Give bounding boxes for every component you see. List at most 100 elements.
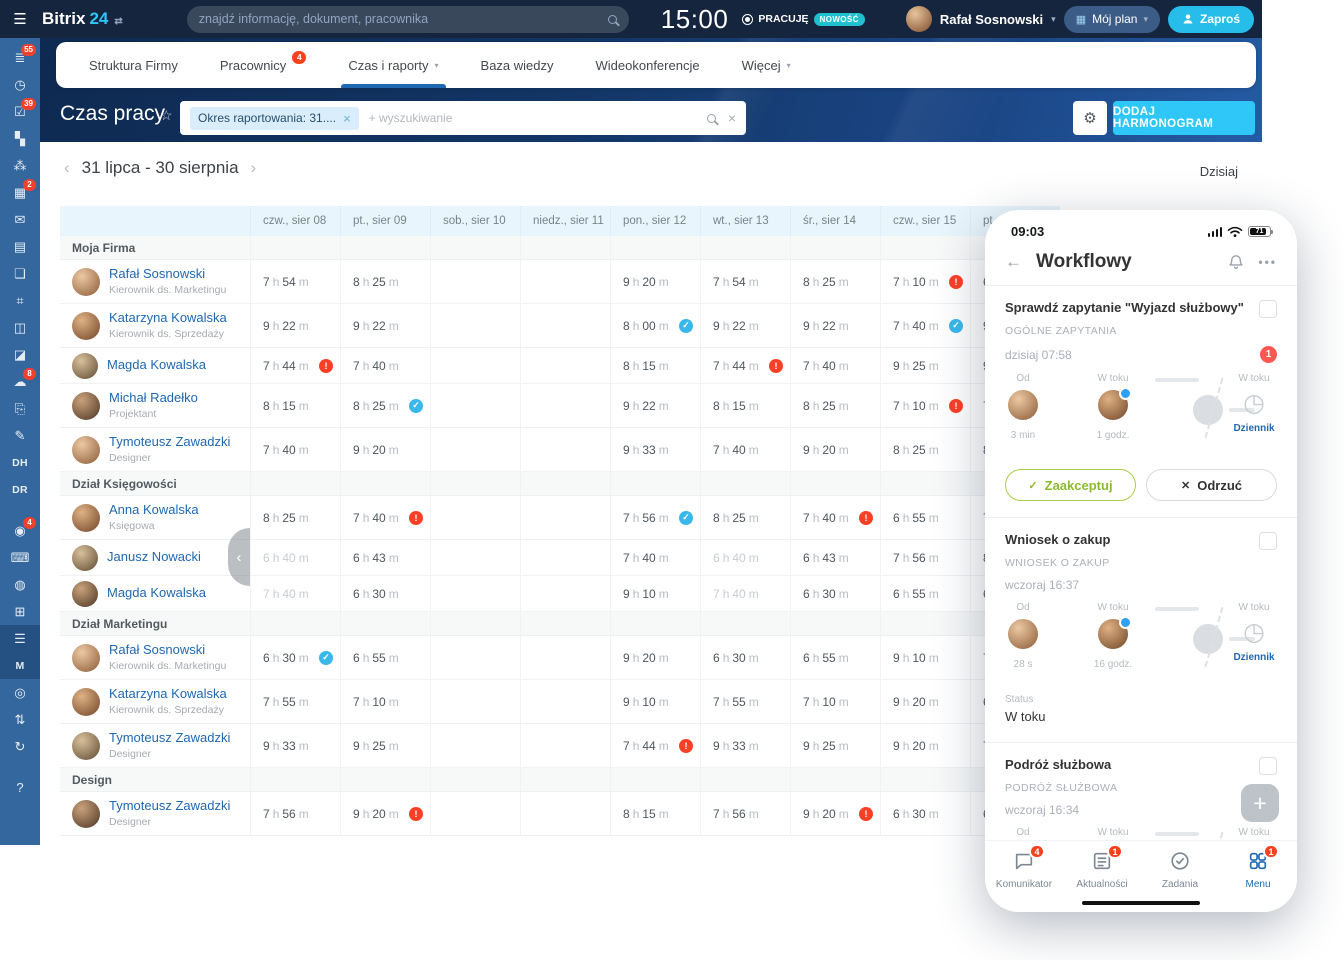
- time-cell[interactable]: [430, 576, 520, 611]
- sidebar-item-sites[interactable]: ⌗: [0, 287, 40, 314]
- user-name[interactable]: Rafał Sosnowski: [940, 12, 1043, 27]
- time-cell[interactable]: 9 h 33 m: [700, 724, 790, 767]
- time-cell[interactable]: 7 h 54 m: [700, 260, 790, 303]
- time-cell[interactable]: [430, 384, 520, 427]
- phone-tab-komunikator[interactable]: 4 Komunikator: [985, 844, 1063, 912]
- employee-name[interactable]: Janusz Nowacki: [107, 549, 201, 565]
- time-cell[interactable]: 8 h 25 m: [790, 260, 880, 303]
- time-cell[interactable]: 7 h 40 m ✓: [880, 304, 970, 347]
- time-cell[interactable]: [430, 636, 520, 679]
- time-cell[interactable]: [520, 384, 610, 427]
- column-header[interactable]: niedz., sier 11: [520, 206, 610, 236]
- time-cell[interactable]: 8 h 25 m: [700, 496, 790, 539]
- time-cell[interactable]: 7 h 54 m: [250, 260, 340, 303]
- back-icon[interactable]: ←: [1005, 252, 1022, 272]
- time-cell[interactable]: [520, 496, 610, 539]
- time-cell[interactable]: 7 h 40 m: [610, 540, 700, 575]
- time-cell[interactable]: 7 h 56 m: [700, 792, 790, 835]
- time-cell[interactable]: 7 h 10 m: [340, 680, 430, 723]
- sidebar-item-updates[interactable]: ↻: [0, 733, 40, 760]
- notifications-icon[interactable]: [1228, 254, 1244, 270]
- clear-filter-icon[interactable]: ×: [728, 110, 736, 126]
- sidebar-item-video[interactable]: ◎: [0, 679, 40, 706]
- sidebar-item-company[interactable]: ◫: [0, 314, 40, 341]
- tab-czas-i-raporty[interactable]: Czas i raporty ▾: [327, 42, 459, 88]
- time-cell[interactable]: 9 h 10 m: [610, 576, 700, 611]
- user-avatar[interactable]: [905, 6, 932, 32]
- time-cell[interactable]: 6 h 30 m: [880, 792, 970, 835]
- time-cell[interactable]: 8 h 15 m: [610, 792, 700, 835]
- time-cell[interactable]: 7 h 56 m: [250, 792, 340, 835]
- card-checkbox[interactable]: [1259, 300, 1277, 318]
- time-cell[interactable]: 7 h 40 m: [700, 428, 790, 471]
- time-cell[interactable]: 7 h 44 m!: [610, 724, 700, 767]
- sidebar-item-group-dr[interactable]: DR: [0, 476, 40, 503]
- time-cell[interactable]: 6 h 40 m: [250, 540, 340, 575]
- time-cell[interactable]: 7 h 56 m: [880, 540, 970, 575]
- time-cell[interactable]: [430, 496, 520, 539]
- time-cell[interactable]: 7 h 44 m!: [250, 348, 340, 383]
- time-cell[interactable]: 9 h 25 m: [340, 724, 430, 767]
- sidebar-item-analytics[interactable]: ◪: [0, 341, 40, 368]
- time-cell[interactable]: 9 h 20 m!: [340, 792, 430, 835]
- time-cell[interactable]: 8 h 15 m: [700, 384, 790, 427]
- group-row[interactable]: Dział Księgowości: [60, 472, 1060, 496]
- time-cell[interactable]: 8 h 25 m: [880, 428, 970, 471]
- time-cell[interactable]: 7 h 40 m: [340, 348, 430, 383]
- time-cell[interactable]: 8 h 25 m: [790, 384, 880, 427]
- time-cell[interactable]: [520, 680, 610, 723]
- filter-chip[interactable]: Okres raportowania: 31.... ×: [190, 106, 359, 130]
- journal-link[interactable]: Dziennik: [1221, 652, 1287, 663]
- time-cell[interactable]: 6 h 30 m: [700, 636, 790, 679]
- time-cell[interactable]: 7 h 44 m!: [700, 348, 790, 383]
- time-cell[interactable]: 7 h 10 m: [790, 680, 880, 723]
- tab-baza-wiedzy[interactable]: Baza wiedzy: [460, 42, 575, 88]
- time-cell[interactable]: [430, 792, 520, 835]
- time-cell[interactable]: 9 h 25 m: [880, 348, 970, 383]
- time-cell[interactable]: 7 h 55 m: [250, 680, 340, 723]
- time-cell[interactable]: [520, 636, 610, 679]
- sidebar-item-servers[interactable]: ☰: [0, 625, 40, 652]
- employee-name[interactable]: Anna Kowalska: [109, 502, 199, 518]
- time-cell[interactable]: [430, 260, 520, 303]
- sidebar-item-contact-center[interactable]: ◉ 4: [0, 517, 40, 544]
- time-cell[interactable]: 9 h 10 m: [610, 680, 700, 723]
- reject-button[interactable]: ✕ Odrzuć: [1146, 469, 1277, 501]
- add-schedule-button[interactable]: DODAJ HARMONOGRAM: [1113, 101, 1255, 135]
- employee-name[interactable]: Rafał Sosnowski: [109, 642, 226, 658]
- switch-icon[interactable]: ⇄: [114, 16, 122, 27]
- sidebar-item-market[interactable]: ▚: [0, 125, 40, 152]
- time-cell[interactable]: 7 h 40 m!: [340, 496, 430, 539]
- time-cell[interactable]: 9 h 20 m!: [790, 792, 880, 835]
- time-cell[interactable]: 7 h 40 m!: [790, 496, 880, 539]
- time-cell[interactable]: 7 h 10 m!: [880, 384, 970, 427]
- time-cell[interactable]: 9 h 10 m: [880, 636, 970, 679]
- next-period-icon[interactable]: ›: [249, 158, 259, 178]
- column-header[interactable]: wt., sier 13: [700, 206, 790, 236]
- sidebar-item-sync[interactable]: ⇅: [0, 706, 40, 733]
- sidebar-item-workgroups[interactable]: ⊞: [0, 598, 40, 625]
- sidebar-item-marketplace[interactable]: M: [0, 652, 40, 679]
- tab-wi-cej[interactable]: Więcej ▾: [721, 42, 812, 88]
- group-row[interactable]: Moja Firma: [60, 236, 1060, 260]
- column-header[interactable]: śr., sier 14: [790, 206, 880, 236]
- sidebar-item-messenger[interactable]: ◍: [0, 571, 40, 598]
- column-header[interactable]: pon., sier 12: [610, 206, 700, 236]
- time-cell[interactable]: 6 h 30 m: [340, 576, 430, 611]
- time-cell[interactable]: [520, 348, 610, 383]
- time-cell[interactable]: 6 h 30 m: [790, 576, 880, 611]
- settings-button[interactable]: ⚙: [1073, 101, 1107, 135]
- sidebar-item-workflows[interactable]: ⎘: [0, 395, 40, 422]
- time-cell[interactable]: 9 h 22 m: [610, 384, 700, 427]
- time-cell[interactable]: [520, 576, 610, 611]
- time-cell[interactable]: 7 h 55 m: [700, 680, 790, 723]
- invite-button[interactable]: Zaproś: [1167, 5, 1254, 33]
- column-header[interactable]: czw., sier 15: [880, 206, 970, 236]
- time-cell[interactable]: [430, 348, 520, 383]
- today-button[interactable]: Dzisiaj: [1200, 164, 1238, 179]
- column-header[interactable]: pt., sier 09: [340, 206, 430, 236]
- time-cell[interactable]: 7 h 40 m: [250, 576, 340, 611]
- time-cell[interactable]: 6 h 55 m: [880, 496, 970, 539]
- time-cell[interactable]: 7 h 40 m: [250, 428, 340, 471]
- employee-name[interactable]: Magda Kowalska: [107, 357, 206, 373]
